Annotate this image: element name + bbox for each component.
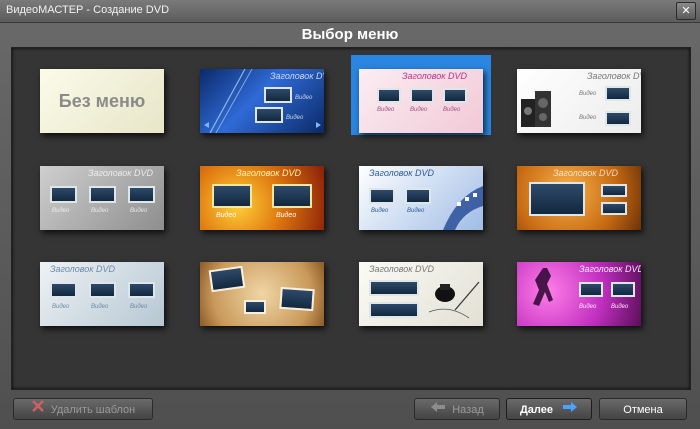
dialog-window: ВидеоМАСТЕР - Создание DVD ✕ Выбор меню … [0, 0, 700, 429]
template-no-menu-label: Без меню [58, 91, 146, 111]
template-3-thumb [377, 88, 401, 103]
template-4-video-label: Видео [579, 91, 597, 97]
arrow-right-icon [562, 399, 578, 421]
template-gallery[interactable]: Без меню Заголовок DVD Видео Видео Загол… [11, 47, 691, 390]
cancel-label: Отмена [623, 404, 663, 416]
template-5-thumb [89, 186, 116, 203]
template-11-title: Заголовок DVD [369, 264, 435, 274]
template-no-menu[interactable]: Без меню [40, 69, 164, 133]
template-10[interactable] [200, 262, 324, 326]
template-2-thumb [255, 107, 283, 123]
template-11-thumb [369, 302, 419, 318]
template-9[interactable]: Заголовок DVD Видео Видео Видео [40, 262, 164, 326]
template-10-thumb [244, 300, 266, 314]
window-title: ВидеоМАСТЕР - Создание DVD [6, 4, 170, 16]
template-4[interactable]: Заголовок DVD Видео Видео [517, 69, 641, 133]
back-label: Назад [452, 404, 484, 416]
template-8[interactable]: Заголовок DVD [517, 166, 641, 230]
template-3-video-label: Видео [377, 107, 395, 113]
template-12-video-label: Видео [579, 304, 597, 310]
template-7-video-label: Видео [407, 208, 425, 214]
template-6-video-label: Видео [276, 212, 297, 219]
template-12-thumb [579, 282, 603, 297]
template-9-video-label: Видео [130, 304, 148, 310]
template-5-title: Заголовок DVD [88, 168, 154, 178]
delete-template-button[interactable]: Удалить шаблон [13, 398, 153, 420]
template-6-title: Заголовок DVD [236, 168, 302, 178]
template-9-title: Заголовок DVD [50, 264, 116, 274]
template-12-video-label: Видео [611, 304, 629, 310]
template-3-title: Заголовок DVD [402, 71, 468, 81]
delete-icon [31, 399, 45, 421]
page-title: Выбор меню [301, 26, 399, 43]
template-9-thumb [89, 282, 116, 298]
next-label: Далее [519, 404, 553, 416]
template-6[interactable]: Заголовок DVD Видео Видео [200, 166, 324, 230]
delete-template-label: Удалить шаблон [50, 404, 136, 416]
template-9-video-label: Видео [91, 304, 109, 310]
template-7-thumb [369, 188, 395, 204]
template-2-video-label: Видео [295, 95, 313, 101]
template-2-thumb [264, 87, 292, 103]
template-11[interactable]: Заголовок DVD [359, 262, 483, 326]
template-8-thumb [529, 182, 585, 216]
cancel-button[interactable]: Отмена [599, 398, 687, 420]
template-8-thumb [601, 202, 627, 215]
template-6-thumb [272, 184, 312, 208]
template-3-video-label: Видео [410, 107, 428, 113]
template-3[interactable]: Заголовок DVD Видео Видео Видео [359, 69, 483, 133]
next-button[interactable]: Далее [506, 398, 592, 420]
template-7[interactable]: Заголовок DVD Видео Видео [359, 166, 483, 230]
template-4-thumb [605, 111, 631, 126]
template-8-thumb [601, 184, 627, 197]
template-10-thumb [208, 265, 246, 293]
template-5-video-label: Видео [130, 208, 148, 214]
template-5-thumb [128, 186, 155, 203]
template-7-video-label: Видео [371, 208, 389, 214]
template-6-thumb [212, 184, 252, 208]
template-2-title: Заголовок DVD [270, 71, 324, 81]
template-3-thumb [410, 88, 434, 103]
template-10-thumb [279, 286, 315, 312]
template-4-video-label: Видео [579, 115, 597, 121]
template-9-thumb [128, 282, 155, 298]
close-button[interactable]: ✕ [676, 2, 696, 20]
template-9-thumb [50, 282, 77, 298]
template-12-title: Заголовок DVD [579, 264, 641, 274]
template-5[interactable]: Заголовок DVD Видео Видео Видео [40, 166, 164, 230]
template-2-video-label: Видео [286, 115, 304, 121]
template-4-title: Заголовок DVD [587, 71, 641, 81]
template-7-thumb [405, 188, 431, 204]
template-3-video-label: Видео [443, 107, 461, 113]
template-7-title: Заголовок DVD [369, 168, 435, 178]
template-8-title: Заголовок DVD [553, 168, 619, 178]
template-6-video-label: Видео [216, 212, 237, 219]
template-11-thumb [369, 280, 419, 296]
template-12[interactable]: Заголовок DVD Видео Видео [517, 262, 641, 326]
template-12-thumb [611, 282, 635, 297]
template-4-thumb [605, 86, 631, 101]
template-5-video-label: Видео [52, 208, 70, 214]
template-9-video-label: Видео [52, 304, 70, 310]
template-2[interactable]: Заголовок DVD Видео Видео [200, 69, 324, 133]
template-3-thumb [443, 88, 467, 103]
template-5-thumb [50, 186, 77, 203]
title-bar[interactable]: ВидеоМАСТЕР - Создание DVD ✕ [0, 0, 700, 23]
back-button[interactable]: Назад [414, 398, 500, 420]
template-5-video-label: Видео [91, 208, 109, 214]
arrow-left-icon [430, 399, 446, 421]
